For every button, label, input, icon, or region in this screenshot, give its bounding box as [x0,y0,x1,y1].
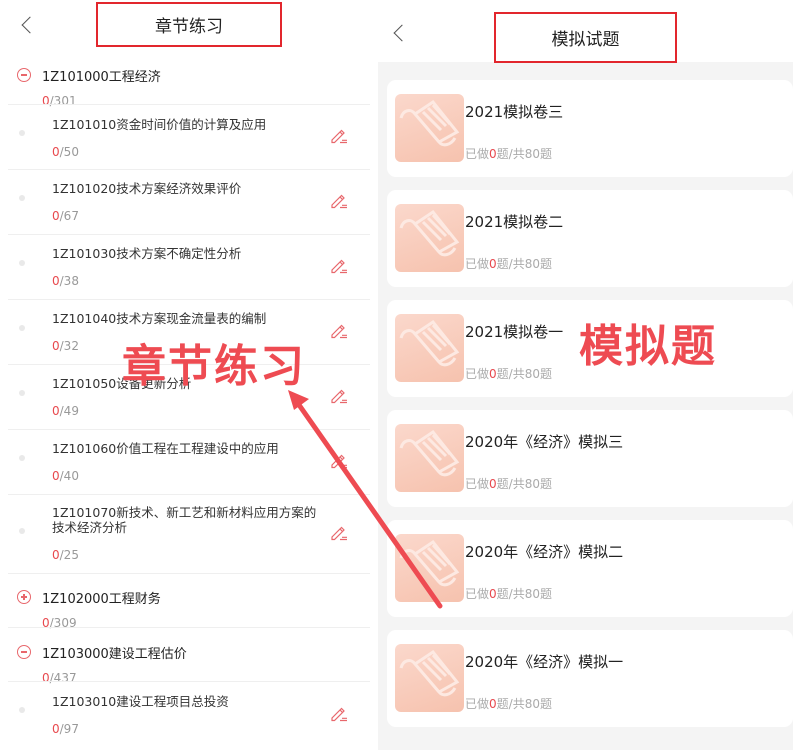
paper-scroll-icon [395,424,464,492]
paper-scroll-icon [395,314,464,382]
chapter-item-title: 1Z101010资金时间价值的计算及应用 [52,117,267,132]
pen-edit-icon[interactable] [330,193,348,209]
chapter-item-title: 1Z101030技术方案不确定性分析 [52,246,242,261]
exam-progress: 已做0题/共80题 [465,257,552,271]
exam-progress: 已做0题/共80题 [465,367,552,381]
chapter-item-title: 1Z101040技术方案现金流量表的编制 [52,311,267,326]
pen-edit-icon[interactable] [330,128,348,144]
exam-progress: 已做0题/共80题 [465,147,552,161]
pen-edit-icon[interactable] [330,323,348,339]
back-chevron-icon[interactable] [388,22,412,46]
pen-edit-icon[interactable] [330,706,348,722]
paper-scroll-icon [395,534,464,602]
chapter-item-title: 1Z101060价值工程在工程建设中的应用 [52,441,279,456]
chapter-item-progress: 0/40 [52,469,79,483]
chapter-item-title: 1Z103010建设工程项目总投资 [52,694,229,709]
chapter-item-progress: 0/97 [52,722,79,736]
exam-progress: 已做0题/共80题 [465,697,552,711]
chapter-practice-annotation: 章节练习 [122,341,306,392]
paper-scroll-icon [395,94,464,162]
category-title: 1Z103000建设工程估价 [42,647,187,662]
chapter-item[interactable]: 1Z101030技术方案不确定性分析 0/38 [0,235,378,299]
chapter-item-progress: 0/50 [52,145,79,159]
page-title: 章节练习 [96,2,282,47]
exam-title: 2020年《经济》模拟二 [465,543,624,561]
category-title: 1Z101000工程经济 [42,70,161,85]
header: 模拟试题 [378,0,793,63]
pen-edit-icon[interactable] [330,453,348,469]
collapse-minus-icon[interactable] [17,645,31,659]
header: 章节练习 [0,0,378,56]
exam-card[interactable]: 2020年《经济》模拟二 已做0题/共80题 [387,520,793,617]
pen-edit-icon[interactable] [330,525,348,541]
chapter-item-title: 1Z101020技术方案经济效果评价 [52,181,242,196]
exam-title: 2021模拟卷三 [465,103,564,121]
chapter-item-progress: 0/25 [52,548,79,562]
paper-scroll-icon [395,644,464,712]
exam-title: 2021模拟卷一 [465,323,564,341]
exam-progress: 已做0题/共80题 [465,477,552,491]
chapter-item-progress: 0/49 [52,404,79,418]
mock-exam-screen: 模拟试题 2021模拟卷三 已做0题/共80题 2021模拟卷二 已做0题/共8… [378,0,793,750]
chapter-item-title: 1Z101070新技术、新工艺和新材料应用方案的技术经济分析 [52,505,317,535]
chapter-item-progress: 0/38 [52,274,79,288]
collapse-minus-icon[interactable] [17,68,31,82]
chapter-item-progress: 0/32 [52,339,79,353]
exam-card[interactable]: 2021模拟卷三 已做0题/共80题 [387,80,793,177]
expand-plus-icon[interactable] [17,590,31,604]
chapter-item-progress: 0/67 [52,209,79,223]
exam-title: 2020年《经济》模拟一 [465,653,624,671]
exam-card[interactable]: 2020年《经济》模拟一 已做0题/共80题 [387,630,793,727]
pen-edit-icon[interactable] [330,388,348,404]
exam-title: 2020年《经济》模拟三 [465,433,624,451]
chapter-item[interactable]: 1Z101060价值工程在工程建设中的应用 0/40 [0,430,378,494]
exam-card[interactable]: 2020年《经济》模拟三 已做0题/共80题 [387,410,793,507]
paper-scroll-icon [395,204,464,272]
chapter-item[interactable]: 1Z101070新技术、新工艺和新材料应用方案的技术经济分析 0/25 [0,495,378,573]
chapter-item[interactable]: 1Z103010建设工程项目总投资 0/97 [0,682,378,746]
exam-progress: 已做0题/共80题 [465,587,552,601]
exam-title: 2021模拟卷二 [465,213,564,231]
mock-exam-annotation: 模拟题 [579,321,717,372]
category-title: 1Z102000工程财务 [42,592,161,607]
page-title: 模拟试题 [494,12,677,63]
pen-edit-icon[interactable] [330,258,348,274]
exam-card[interactable]: 2021模拟卷二 已做0题/共80题 [387,190,793,287]
chapter-item[interactable]: 1Z101020技术方案经济效果评价 0/67 [0,170,378,234]
chapter-item[interactable]: 1Z101010资金时间价值的计算及应用 0/50 [0,105,378,169]
back-chevron-icon[interactable] [16,14,40,38]
